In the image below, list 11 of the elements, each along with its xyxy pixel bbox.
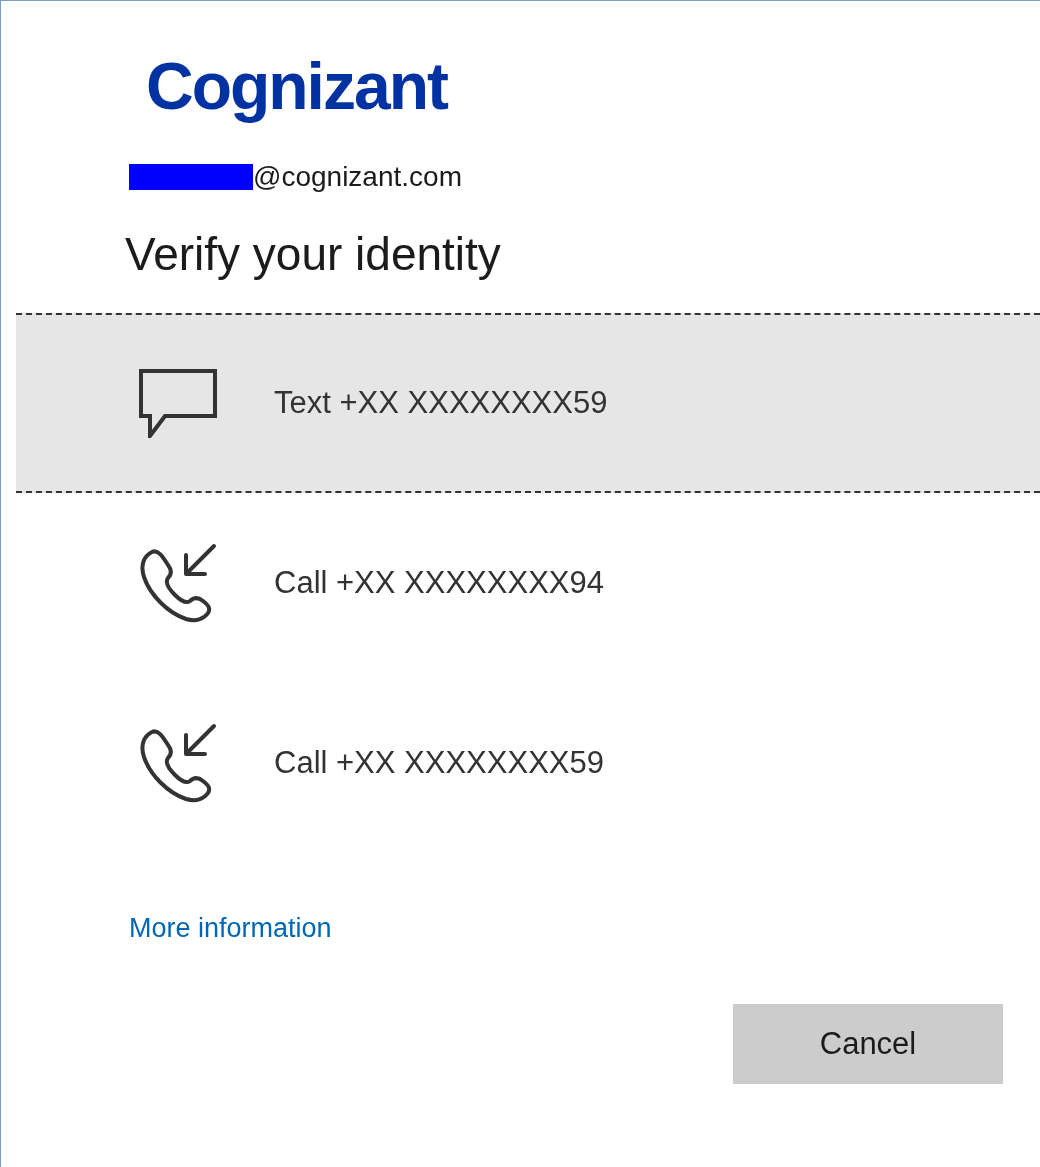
message-icon: [138, 368, 218, 438]
verification-option[interactable]: Call +XX XXXXXXXX94: [16, 493, 1040, 673]
account-email: @cognizant.com: [253, 161, 462, 193]
cognizant-logo: Cognizant: [146, 48, 447, 125]
cancel-button[interactable]: Cancel: [733, 1004, 1003, 1084]
verification-option[interactable]: Text +XX XXXXXXXX59: [16, 313, 1040, 493]
incoming-call-icon: [138, 723, 218, 803]
verification-option[interactable]: Call +XX XXXXXXXX59: [16, 673, 1040, 853]
page-title: Verify your identity: [125, 227, 501, 282]
more-information-link[interactable]: More information: [129, 913, 332, 943]
incoming-call-icon: [138, 543, 218, 623]
